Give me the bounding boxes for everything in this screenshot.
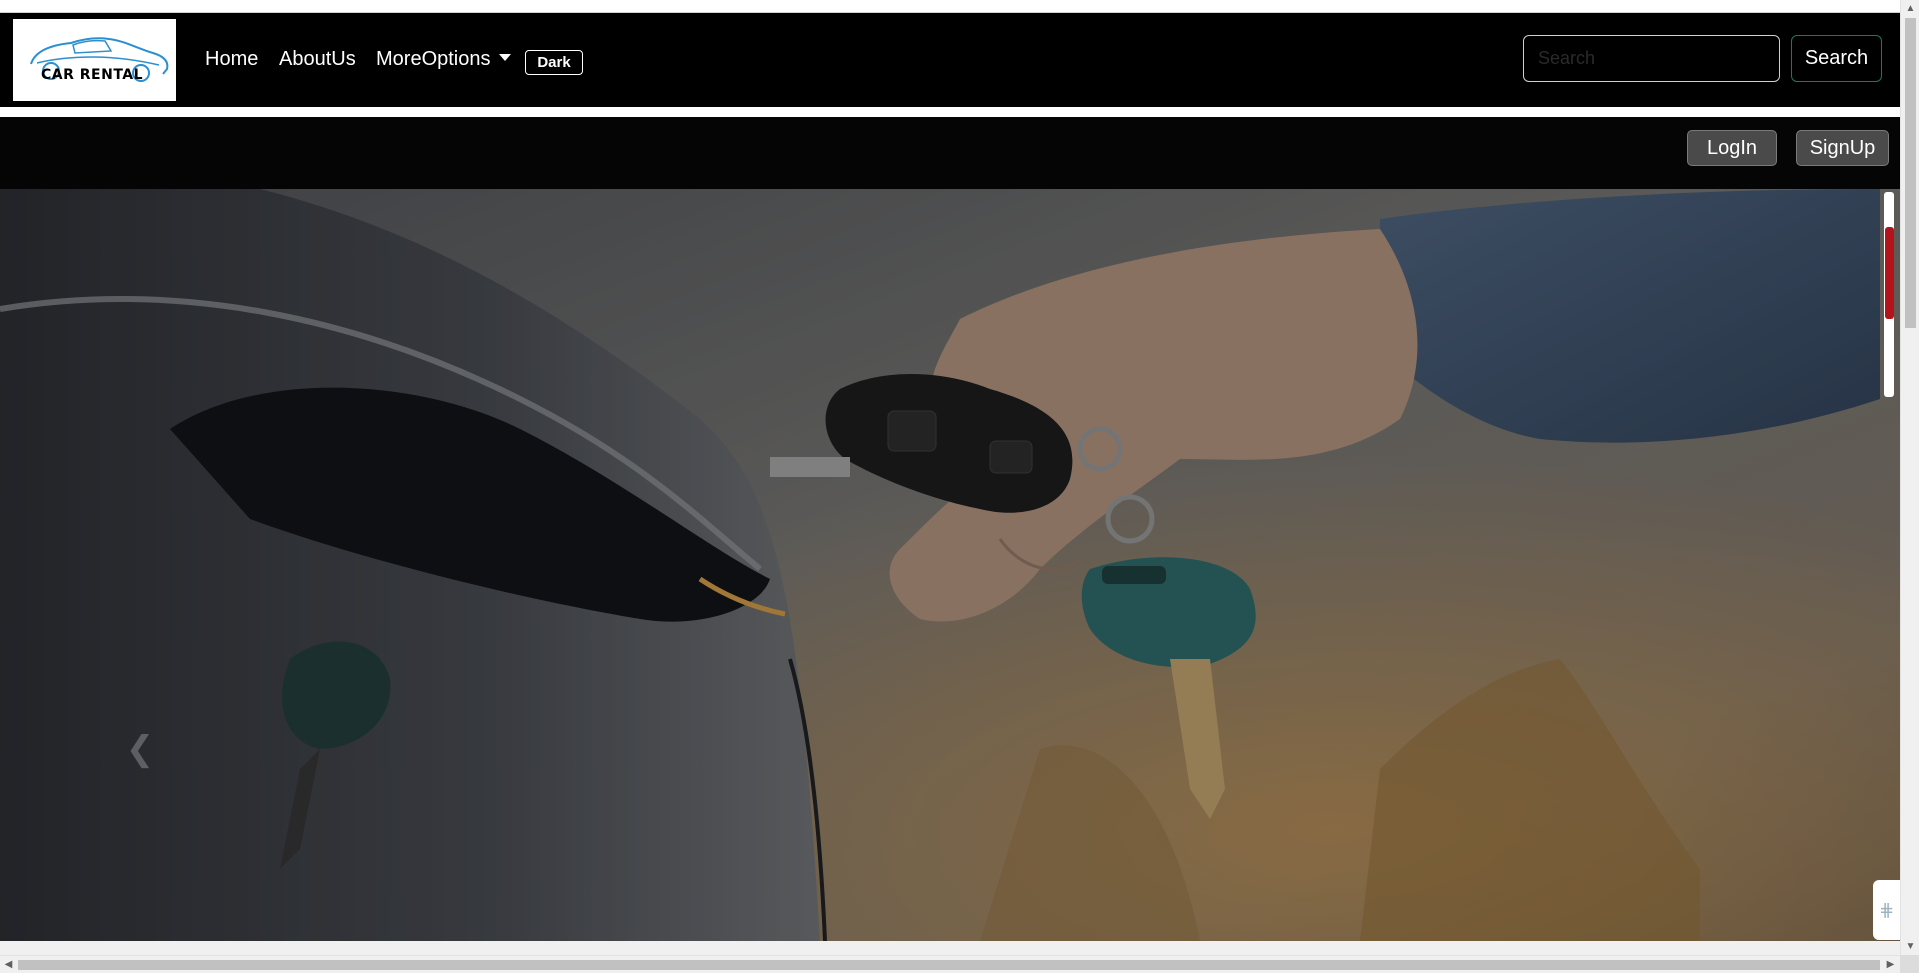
nav-dropdown-moreoptions-label: MoreOptions (376, 48, 491, 70)
floating-widget-button[interactable]: ⋕ (1873, 880, 1900, 940)
chevron-left-icon: ❮ (125, 730, 155, 768)
hero-image (0, 189, 1900, 941)
vertical-scrollbar[interactable]: ▲ ▼ (1900, 0, 1919, 955)
scroll-right-icon[interactable]: ▶ (1882, 956, 1899, 973)
scroll-up-icon[interactable]: ▲ (1901, 0, 1919, 17)
search-input[interactable] (1523, 35, 1780, 82)
nav-link-aboutus[interactable]: AboutUs (279, 47, 356, 71)
vertical-scrollbar-thumb[interactable] (1905, 18, 1916, 328)
brand-logo[interactable]: CAR RENTAL (13, 19, 176, 101)
caret-down-icon (498, 54, 511, 61)
brand-logo-text: CAR RENTAL (41, 67, 144, 83)
nav-link-home[interactable]: Home (205, 47, 258, 71)
signup-button[interactable]: SignUp (1796, 130, 1889, 166)
car-logo-icon (30, 37, 169, 82)
page-scroll-indicator (1884, 192, 1894, 397)
page: CAR RENTAL Home AboutUs MoreOptions Dark… (0, 0, 1919, 973)
navbar: CAR RENTAL Home AboutUs MoreOptions Dark… (0, 13, 1900, 107)
scroll-left-icon[interactable]: ◀ (0, 956, 17, 973)
login-button[interactable]: LogIn (1687, 130, 1777, 166)
horizontal-scrollbar-thumb[interactable] (18, 960, 1880, 970)
page-scroll-indicator-thumb (1885, 227, 1894, 319)
widget-icon: ⋕ (1878, 900, 1895, 920)
hero-carousel: ❮ (0, 189, 1900, 941)
horizontal-scrollbar[interactable]: ◀ ▶ (0, 955, 1900, 973)
auth-bar: LogIn SignUp (0, 117, 1900, 189)
scrollbar-corner (1900, 955, 1919, 973)
carousel-prev-button[interactable]: ❮ (120, 729, 160, 769)
nav-dropdown-moreoptions[interactable]: MoreOptions (376, 47, 511, 71)
navbar-divider (0, 107, 1900, 117)
scroll-down-icon[interactable]: ▼ (1901, 938, 1919, 955)
search-button[interactable]: Search (1791, 35, 1882, 82)
dark-mode-button[interactable]: Dark (525, 50, 583, 75)
top-edge (0, 0, 1900, 13)
